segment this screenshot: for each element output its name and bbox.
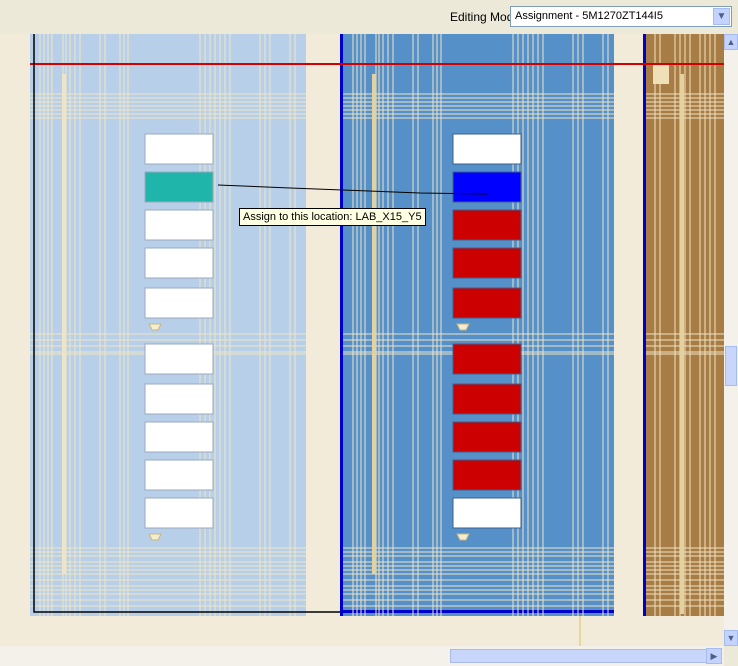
chevron-down-icon[interactable]: ▼	[713, 8, 730, 25]
right-region-edge	[643, 34, 646, 616]
lab-cell-center	[452, 383, 522, 415]
lab-cell-left	[144, 287, 214, 319]
lab-cell-center	[452, 133, 522, 165]
lab-cell-center	[452, 497, 522, 529]
editing-mode-value: Assignment - 5M1270ZT144I5	[515, 10, 663, 22]
scroll-corner	[724, 646, 738, 666]
right-block	[653, 64, 669, 84]
lab-cell-left	[144, 209, 214, 241]
lab-cell-center	[452, 209, 522, 241]
lab-cell-center	[452, 171, 522, 203]
lab-cell-left	[144, 383, 214, 415]
lab-cell-left	[144, 497, 214, 529]
lab-cell-center	[452, 287, 522, 319]
lab-cell-left	[144, 171, 214, 203]
toolbar: Editing Mode: Assignment - 5M1270ZT144I5…	[0, 0, 738, 34]
lab-cell-center	[452, 247, 522, 279]
center-region-edge	[340, 34, 343, 616]
center-spine	[372, 74, 376, 574]
lab-cell-left	[144, 343, 214, 375]
floorplan-drawing	[30, 34, 724, 646]
vertical-scroll-thumb[interactable]	[725, 346, 737, 386]
lab-cell-center	[452, 421, 522, 453]
lab-cell-center	[452, 459, 522, 491]
assignment-tooltip: Assign to this location: LAB_X15_Y5	[239, 208, 426, 226]
vertical-scrollbar[interactable]: ▲ ▼	[724, 34, 738, 646]
lab-cell-left	[144, 133, 214, 165]
left-spine	[62, 74, 66, 574]
horizontal-scroll-thumb[interactable]	[450, 649, 710, 663]
floorplan-canvas[interactable]	[0, 34, 724, 646]
lab-cell-left	[144, 459, 214, 491]
lab-cell-left	[144, 421, 214, 453]
horizontal-scrollbar[interactable]: ▶	[0, 646, 724, 666]
right-spine	[680, 74, 684, 614]
editing-mode-select[interactable]: Assignment - 5M1270ZT144I5 ▼	[510, 6, 732, 27]
scroll-right-button[interactable]: ▶	[706, 648, 722, 664]
scroll-up-button[interactable]: ▲	[724, 34, 738, 50]
scroll-down-button[interactable]: ▼	[724, 630, 738, 646]
lab-cell-center	[452, 343, 522, 375]
lab-cell-left	[144, 247, 214, 279]
